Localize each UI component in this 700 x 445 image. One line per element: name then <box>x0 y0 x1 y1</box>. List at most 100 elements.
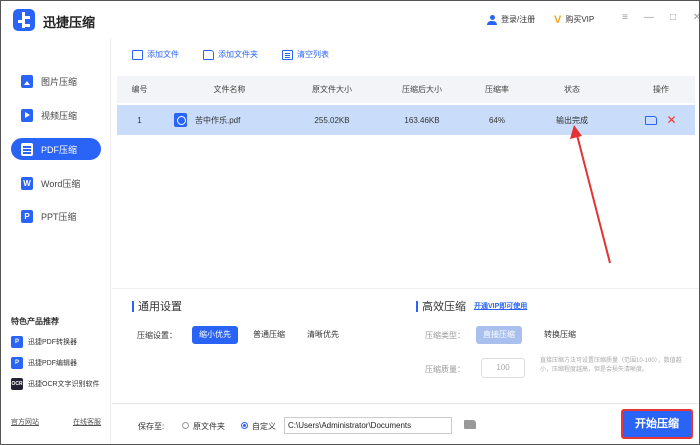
cell-ratio: 64% <box>488 115 505 125</box>
toolbar: 添加文件 添加文件夹 清空列表 <box>112 38 699 71</box>
add-file-icon <box>132 49 143 60</box>
cell-index: 1 <box>137 115 142 125</box>
quality-input[interactable]: 100 <box>481 358 525 378</box>
open-folder-icon[interactable] <box>645 115 658 125</box>
featured-label: 迅捷PDF编辑器 <box>28 360 77 367</box>
sidebar-item-word[interactable]: W Word压缩 <box>11 172 101 194</box>
type-convert[interactable]: 转换压缩 <box>537 326 583 344</box>
sidebar-item-label: PPT压缩 <box>41 211 77 222</box>
cell-original-size: 255.02KB <box>314 115 350 125</box>
sidebar: 图片压缩 视频压缩 PDF压缩 W Word压缩 P PPT压缩 特色产品推荐 … <box>1 38 111 444</box>
cell-compressed-size: 163.46KB <box>404 115 440 125</box>
login-button[interactable]: 登录/注册 <box>487 14 535 25</box>
add-file-button[interactable]: 添加文件 <box>132 49 179 60</box>
menu-icon[interactable]: ≡ <box>619 12 631 23</box>
general-settings-label: 通用设置 <box>138 301 182 313</box>
pdf-converter-icon: P <box>11 336 23 348</box>
video-icon <box>21 108 33 122</box>
table-row[interactable]: 1 苦中作乐.pdf 255.02KB 163.46KB 64% 输出完成 ✕ <box>117 105 695 135</box>
custom-folder-label: 自定义 <box>252 422 276 431</box>
clear-list-button[interactable]: 清空列表 <box>282 49 329 60</box>
pdf-editor-icon: P <box>11 357 23 369</box>
title-bar: 迅捷压缩 登录/注册 V 购买VIP ≡ — □ ✕ <box>1 1 699 38</box>
clear-list-icon <box>282 49 293 60</box>
compress-setting-label: 压缩设置： <box>137 331 177 340</box>
add-folder-icon <box>203 49 214 60</box>
option-smaller-first[interactable]: 缩小优先 <box>192 326 238 344</box>
app-logo-icon <box>13 9 35 31</box>
header-filename: 文件名称 <box>213 85 246 94</box>
header-index: 编号 <box>131 85 148 94</box>
featured-pdf-editor[interactable]: P 迅捷PDF编辑器 <box>11 357 77 369</box>
original-folder-label: 原文件夹 <box>193 422 225 431</box>
sidebar-item-label: Word压缩 <box>41 178 81 189</box>
sidebar-item-label: 图片压缩 <box>41 76 78 87</box>
word-icon: W <box>21 176 33 190</box>
option-clarity-first[interactable]: 清晰优先 <box>300 326 346 344</box>
settings-divider <box>112 288 699 289</box>
table-header: 编号 文件名称 原文件大小 压缩后大小 压缩率 状态 操作 <box>117 76 695 103</box>
cell-status: 输出完成 <box>556 115 588 125</box>
featured-label: 迅捷PDF转换器 <box>28 339 77 346</box>
browse-folder-icon[interactable] <box>464 420 476 429</box>
header-actions: 操作 <box>653 85 669 94</box>
close-icon[interactable]: ✕ <box>691 12 699 23</box>
online-service-link[interactable]: 在线客服 <box>73 417 101 427</box>
start-compress-button[interactable]: 开始压缩 <box>621 409 693 439</box>
sidebar-item-label: PDF压缩 <box>41 144 78 155</box>
file-table: 编号 文件名称 原文件大小 压缩后大小 压缩率 状态 操作 1 苦中作乐.pdf… <box>117 76 695 135</box>
add-file-label: 添加文件 <box>147 50 179 59</box>
main-panel: 添加文件 添加文件夹 清空列表 编号 文件名称 原文件大小 压缩后大小 压缩率 … <box>112 38 699 444</box>
header-status: 状态 <box>564 85 580 94</box>
radio-custom-folder[interactable] <box>241 422 248 429</box>
featured-pdf-converter[interactable]: P 迅捷PDF转换器 <box>11 336 77 348</box>
sidebar-links: 官方网站 在线客服 <box>11 417 101 427</box>
featured-label: 迅捷OCR文字识别软件 <box>28 381 100 388</box>
sidebar-item-video[interactable]: 视频压缩 <box>11 104 101 126</box>
image-icon <box>21 74 33 88</box>
radio-original-folder[interactable] <box>182 422 189 429</box>
sidebar-item-label: 视频压缩 <box>41 110 78 121</box>
header-original-size: 原文件大小 <box>312 85 352 94</box>
general-settings-title: 通用设置 <box>132 298 182 314</box>
buy-vip-button[interactable]: V 购买VIP <box>554 14 594 25</box>
clear-list-label: 清空列表 <box>297 50 329 59</box>
footer-divider <box>112 403 699 404</box>
sidebar-item-pdf[interactable]: PDF压缩 <box>11 138 101 160</box>
save-to-label: 保存至: <box>138 422 165 431</box>
filename-text: 苦中作乐.pdf <box>195 115 241 125</box>
save-path-input[interactable]: C:\Users\Administrator\Documents <box>284 417 452 434</box>
ocr-icon: OCR <box>11 378 23 390</box>
header-ratio: 压缩率 <box>485 85 509 94</box>
sidebar-item-ppt[interactable]: P PPT压缩 <box>11 205 101 227</box>
official-website-link[interactable]: 官方网站 <box>11 417 39 427</box>
minimize-icon[interactable]: — <box>643 12 655 23</box>
compress-type-label: 压缩类型： <box>425 331 465 340</box>
type-direct[interactable]: 直接压缩 <box>476 326 522 344</box>
option-normal[interactable]: 普通压缩 <box>246 326 292 344</box>
header-compressed-size: 压缩后大小 <box>402 85 442 94</box>
pdf-file-icon <box>174 113 187 127</box>
quality-label: 压缩质量： <box>425 365 465 374</box>
pdf-icon <box>21 142 33 156</box>
login-label: 登录/注册 <box>501 15 536 24</box>
ppt-icon: P <box>21 209 33 223</box>
featured-products-title: 特色产品推荐 <box>11 317 59 326</box>
cell-filename: 苦中作乐.pdf <box>162 113 297 127</box>
maximize-icon[interactable]: □ <box>667 12 679 23</box>
quality-hint: 直接压缩方法可设置压缩质量（范围10-100），数值越小，压缩程度越高，但是会损… <box>540 358 682 373</box>
featured-ocr[interactable]: OCR 迅捷OCR文字识别软件 <box>11 378 100 390</box>
add-folder-button[interactable]: 添加文件夹 <box>203 49 258 60</box>
vip-label: 购买VIP <box>565 15 595 24</box>
app-title: 迅捷压缩 <box>43 15 96 30</box>
advanced-settings-title: 高效压缩 开通VIP即可使用 <box>416 298 527 314</box>
delete-icon[interactable]: ✕ <box>666 114 676 126</box>
add-folder-label: 添加文件夹 <box>218 50 258 59</box>
vip-icon: V <box>554 13 562 26</box>
sidebar-item-image[interactable]: 图片压缩 <box>11 70 101 92</box>
app-window: 迅捷压缩 登录/注册 V 购买VIP ≡ — □ ✕ 图片压缩 视频压缩 PDF… <box>0 0 700 445</box>
cell-actions: ✕ <box>627 114 695 126</box>
user-icon <box>487 14 497 25</box>
open-vip-link[interactable]: 开通VIP即可使用 <box>474 301 527 311</box>
advanced-settings-label: 高效压缩 <box>422 301 466 313</box>
